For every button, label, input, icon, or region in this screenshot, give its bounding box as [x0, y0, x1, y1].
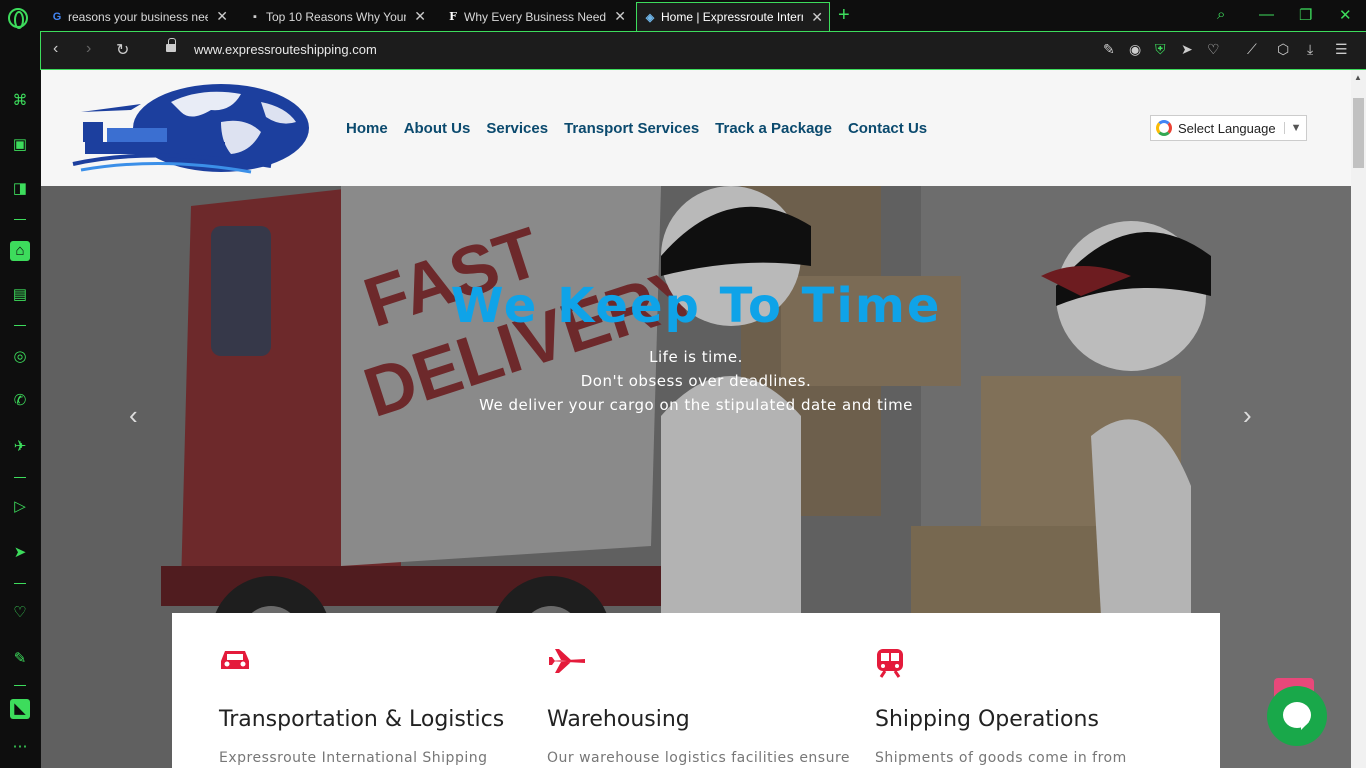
download-icon[interactable]: ⤓ [1307, 41, 1313, 58]
edit-icon[interactable]: ✎ [1103, 41, 1115, 58]
chat-bubble-icon [1283, 702, 1311, 730]
chat-widget-button[interactable] [1267, 686, 1327, 746]
cube-icon[interactable]: ⬡ [1277, 41, 1289, 58]
gx-control-icon[interactable]: ◣ [10, 699, 30, 719]
extension-icon[interactable]: ⟋ [1247, 41, 1257, 58]
menu-contact-us[interactable]: Contact Us [848, 120, 927, 137]
lock-icon[interactable] [166, 38, 176, 52]
forward-icon[interactable]: › [86, 40, 91, 58]
telegram-icon[interactable]: ✈ [10, 437, 30, 457]
reload-icon[interactable]: ↻ [116, 40, 129, 60]
url-field[interactable]: www.expressrouteshipping.com [194, 42, 377, 57]
language-select-label: Select Language [1178, 120, 1276, 136]
scrollbar-thumb[interactable] [1353, 98, 1364, 168]
search-tabs-icon[interactable]: ⌕ [1217, 6, 1225, 23]
generic-page-icon: ▪ [253, 10, 257, 23]
tab-title: reasons your business need [68, 9, 209, 24]
address-bar: ‹ › ↻ www.expressrouteshipping.com ✎ ◉ ⛨… [40, 31, 1366, 70]
home-icon[interactable]: ⌂ [10, 241, 30, 261]
google-icon: G [52, 10, 62, 23]
tab-3[interactable]: F Why Every Business Needs ✕ [440, 2, 632, 31]
snapshot-icon[interactable]: ✎ [10, 649, 30, 669]
menu-track-package[interactable]: Track a Package [715, 120, 832, 137]
sidebar-separator [14, 219, 26, 220]
sidebar-separator [14, 685, 26, 686]
car-icon [221, 651, 249, 669]
web-page: Home About Us Services Transport Service… [41, 70, 1351, 768]
hero-line-1: Life is time. [649, 348, 743, 366]
player-icon[interactable]: ▷ [10, 497, 30, 517]
menu-home[interactable]: Home [346, 120, 388, 137]
feature-title: Warehousing [547, 707, 690, 732]
main-menu: Home About Us Services Transport Service… [346, 120, 927, 137]
google-icon [1156, 120, 1172, 136]
close-icon[interactable]: ✕ [216, 8, 228, 25]
minimize-icon[interactable]: — [1259, 6, 1274, 23]
more-icon[interactable]: ⋯ [10, 737, 30, 757]
hero-line-2: Don't obsess over deadlines. [580, 372, 812, 390]
menu-icon[interactable]: ☰ [1335, 41, 1348, 58]
gamepad-icon[interactable]: ⌘ [10, 91, 30, 111]
restore-icon[interactable]: ❐ [1299, 6, 1312, 24]
feature-title: Shipping Operations [875, 707, 1099, 732]
camera-icon[interactable]: ◉ [1129, 41, 1141, 58]
whatsapp-icon[interactable]: ✆ [10, 391, 30, 411]
heart-icon[interactable]: ♡ [10, 603, 30, 623]
dropdown-arrow-icon: ▼ [1283, 122, 1301, 134]
tab-title: Top 10 Reasons Why Your Business [266, 9, 407, 24]
messenger-icon[interactable]: ◎ [10, 347, 30, 367]
heart-icon[interactable]: ♡ [1207, 41, 1220, 58]
site-icon: ◈ [645, 11, 655, 24]
train-icon [877, 649, 903, 678]
feature-text: Our warehouse logistics facilities ensur… [547, 750, 851, 766]
menu-services[interactable]: Services [486, 120, 548, 137]
features-panel: Transportation & Logistics Expressroute … [172, 613, 1220, 768]
menu-about-us[interactable]: About Us [404, 120, 471, 137]
close-icon[interactable]: ✕ [811, 9, 823, 26]
feature-text: Expressroute International Shipping [219, 750, 488, 766]
shopping-bag-icon[interactable]: ▣ [10, 135, 30, 155]
sidebar-separator [14, 583, 26, 584]
expressroute-logo[interactable] [71, 82, 311, 174]
tab-2[interactable]: ▪ Top 10 Reasons Why Your Business ✕ [242, 2, 432, 31]
page-scrollbar[interactable] [1351, 70, 1366, 768]
airplane-icon [549, 649, 585, 673]
tab-title: Why Every Business Needs [464, 9, 607, 24]
tab-4-active[interactable]: ◈ Home | Expressroute International ✕ [636, 2, 830, 31]
close-icon[interactable]: ✕ [414, 8, 426, 25]
site-header: Home About Us Services Transport Service… [41, 70, 1351, 186]
close-icon[interactable]: ✕ [614, 8, 626, 25]
browser-sidebar: ⌘ ▣ ◨ ⌂ ▤ ◎ ✆ ✈ ▷ ➤ ♡ ✎ ◣ ⋯ [0, 31, 40, 768]
new-tab-icon[interactable]: + [838, 4, 850, 27]
send-icon[interactable]: ➤ [10, 543, 30, 563]
tab-title: Home | Expressroute International [661, 10, 803, 24]
shield-icon[interactable]: ⛨ [1155, 41, 1166, 58]
sidebar-separator [14, 325, 26, 326]
opera-logo-icon[interactable] [8, 8, 28, 29]
twitch-icon[interactable]: ◨ [10, 179, 30, 199]
hero-line-3: We deliver your cargo on the stipulated … [479, 396, 913, 414]
language-select[interactable]: Select Language ▼ [1150, 115, 1307, 141]
sidebar-separator [14, 477, 26, 478]
browser-tab-bar: G reasons your business need ✕ ▪ Top 10 … [0, 0, 1366, 31]
send-icon[interactable]: ➤ [1181, 41, 1193, 58]
feature-text: Shipments of goods come in from [875, 750, 1127, 766]
hero-title: We Keep To Time [450, 278, 942, 334]
close-window-icon[interactable]: ✕ [1339, 6, 1352, 24]
tab-1[interactable]: G reasons your business need ✕ [44, 2, 234, 31]
controller-icon[interactable]: ▤ [10, 285, 30, 305]
scroll-up-icon[interactable]: ▲ [1354, 73, 1362, 82]
feature-title: Transportation & Logistics [219, 707, 505, 732]
f-favicon-icon: F [449, 10, 457, 23]
menu-transport-services[interactable]: Transport Services [564, 120, 699, 137]
back-icon[interactable]: ‹ [53, 40, 58, 58]
